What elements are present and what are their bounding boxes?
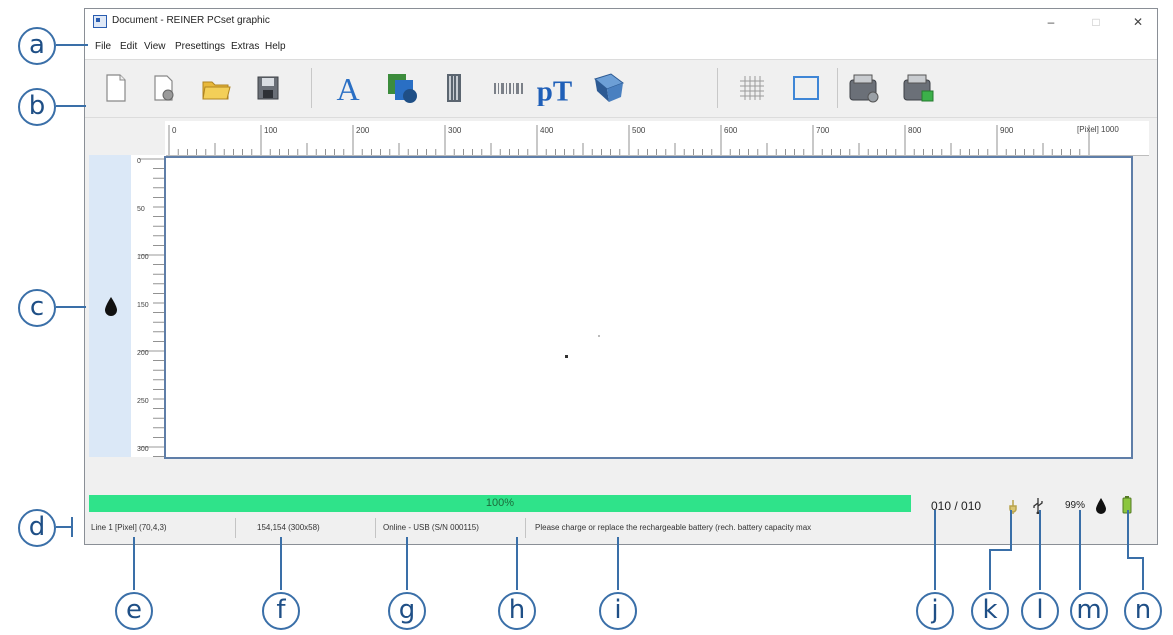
callout-j: j [916,592,954,630]
callout-e: e [115,592,153,630]
callout-h: h [498,592,536,630]
callout-k: k [971,592,1009,630]
callout-d: d [18,509,56,547]
callout-f: f [262,592,300,630]
callout-b: b [18,88,56,126]
callout-leaders [56,44,1144,590]
callout-i: i [599,592,637,630]
callout-g: g [388,592,426,630]
callout-n: n [1124,592,1162,630]
callout-m: m [1070,592,1108,630]
callout-l: l [1021,592,1059,630]
callout-c: c [18,289,56,327]
callout-a: a [18,27,56,65]
